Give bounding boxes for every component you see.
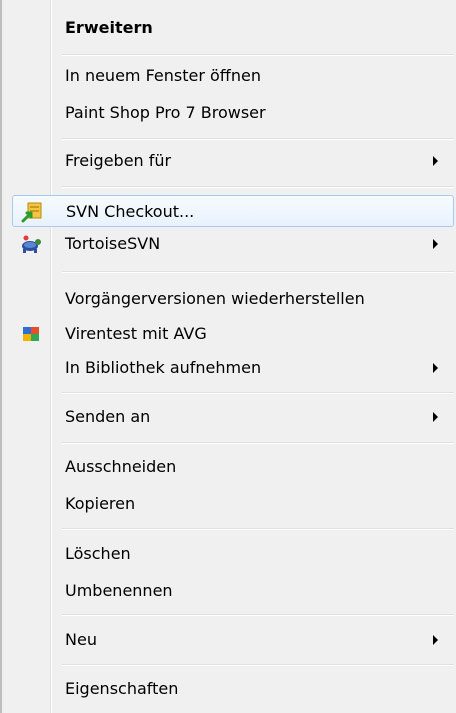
window-edge [0,0,2,713]
menu-item-expand[interactable]: Erweitern [12,12,454,44]
menu-item-label: Umbenennen [65,581,173,600]
avg-icon [23,327,39,341]
menu-item-send-to[interactable]: Senden an [12,401,454,433]
menu-item-label: Vorgängerversionen wiederherstellen [65,289,365,308]
menu-item-svn-checkout[interactable]: SVN Checkout... [12,195,454,227]
menu-separator [62,442,454,444]
menu-item-label: Paint Shop Pro 7 Browser [65,103,266,122]
menu-separator [62,528,454,530]
menu-item-tortoisesvn[interactable]: TortoiseSVN [12,228,454,260]
submenu-arrow-icon [433,412,438,422]
menu-item-cut[interactable]: Ausschneiden [12,451,454,483]
menu-item-share-with[interactable]: Freigeben für [12,145,454,177]
menu-item-scan-with-avg[interactable]: Virentest mit AVG [12,318,454,350]
context-menu: Erweitern In neuem Fenster öffnen Paint … [0,0,456,713]
menu-item-label: Freigeben für [65,151,172,170]
menu-item-label: Neu [65,630,97,649]
menu-separator [62,138,454,140]
menu-item-include-in-library[interactable]: In Bibliothek aufnehmen [12,352,454,384]
tortoisesvn-icon [22,235,41,253]
menu-separator [62,392,454,394]
menu-item-label: Erweitern [65,18,153,37]
submenu-arrow-icon [433,156,438,166]
menu-item-label: Löschen [65,544,131,563]
menu-item-rename[interactable]: Umbenennen [12,575,454,607]
submenu-arrow-icon [433,363,438,373]
menu-item-paint-shop-pro-browser[interactable]: Paint Shop Pro 7 Browser [12,97,454,129]
submenu-arrow-icon [433,239,438,249]
menu-item-copy[interactable]: Kopieren [12,488,454,520]
submenu-arrow-icon [433,635,438,645]
menu-separator [62,664,454,666]
menu-item-label: SVN Checkout... [66,202,195,221]
menu-item-label: In Bibliothek aufnehmen [65,358,262,377]
menu-separator [62,186,454,188]
menu-item-properties[interactable]: Eigenschaften [12,673,454,705]
menu-item-label: TortoiseSVN [65,234,161,253]
menu-separator [62,54,454,56]
menu-item-label: Ausschneiden [65,457,177,476]
menu-item-label: In neuem Fenster öffnen [65,66,261,85]
menu-item-label: Eigenschaften [65,679,179,698]
menu-item-restore-previous-versions[interactable]: Vorgängerversionen wiederherstellen [12,283,454,315]
svn-checkout-icon [21,202,42,223]
menu-separator [62,271,454,273]
menu-item-label: Senden an [65,407,151,426]
menu-item-label: Virentest mit AVG [65,324,207,343]
menu-item-delete[interactable]: Löschen [12,538,454,570]
menu-item-open-new-window[interactable]: In neuem Fenster öffnen [12,60,454,92]
menu-item-new[interactable]: Neu [12,624,454,656]
menu-separator [62,614,454,616]
menu-item-label: Kopieren [65,494,136,513]
